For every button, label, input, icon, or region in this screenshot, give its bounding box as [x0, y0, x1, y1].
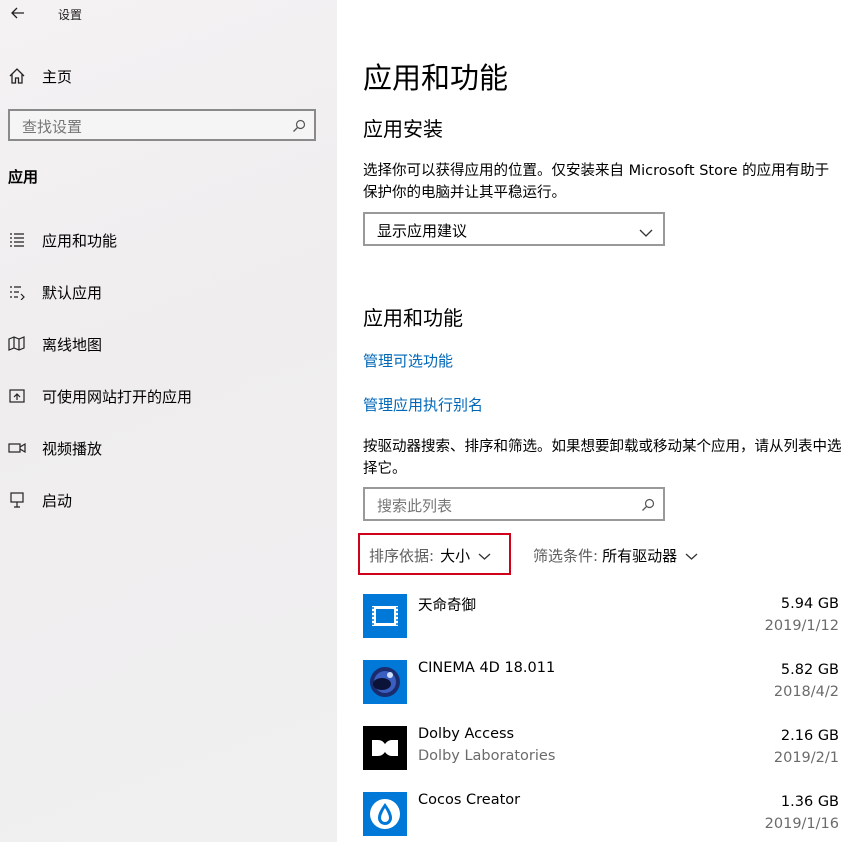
apps-features-icon — [8, 231, 26, 249]
video-playback-icon — [8, 439, 26, 457]
tianming-app-icon — [363, 594, 407, 638]
apps-for-websites-icon — [8, 387, 26, 405]
sidebar-item-apps-features[interactable]: 应用和功能 — [8, 227, 117, 253]
app-list-search-placeholder: 搜索此列表 — [377, 497, 453, 515]
app-source-dropdown[interactable]: 显示应用建议 — [363, 212, 665, 246]
window-title: 设置 — [58, 8, 83, 22]
sidebar-item-label: 可使用网站打开的应用 — [42, 387, 193, 406]
sidebar: 设置 主页 查找设置 应用 应用和功能 默认应用 离线地图 可使用网站打开的应用… — [0, 0, 337, 842]
chevron-down-icon — [685, 547, 698, 565]
sort-label: 排序依据: — [369, 547, 435, 565]
app-list-item[interactable]: CINEMA 4D 18.011 5.82 GB 2018/4/2 — [363, 660, 839, 710]
sort-by-dropdown[interactable]: 排序依据: 大小 — [358, 533, 511, 575]
settings-search-placeholder: 查找设置 — [22, 118, 83, 136]
app-size: 2.16 GB — [780, 728, 839, 744]
default-apps-icon — [8, 283, 26, 301]
manage-optional-features-link[interactable]: 管理可选功能 — [363, 350, 453, 371]
back-button[interactable] — [8, 4, 28, 24]
page-title: 应用和功能 — [363, 61, 509, 95]
chevron-down-icon — [478, 547, 491, 565]
settings-search-input[interactable]: 查找设置 — [8, 109, 316, 141]
sidebar-item-startup[interactable]: 启动 — [8, 487, 72, 513]
search-icon — [292, 118, 306, 137]
app-date: 2018/4/2 — [773, 684, 839, 700]
chevron-down-icon — [639, 223, 653, 242]
title-bar: 设置 — [0, 0, 337, 30]
sidebar-item-video-playback[interactable]: 视频播放 — [8, 435, 102, 461]
app-name: Dolby Access — [418, 726, 515, 742]
app-date: 2019/1/16 — [764, 816, 839, 832]
sidebar-item-label: 默认应用 — [42, 283, 103, 302]
sidebar-home-label: 主页 — [42, 67, 73, 86]
apps-heading: 应用和功能 — [363, 306, 463, 330]
app-name: 天命奇御 — [418, 598, 476, 614]
manage-app-alias-link[interactable]: 管理应用执行别名 — [363, 394, 483, 415]
startup-icon — [8, 491, 26, 509]
filter-dropdown[interactable]: 筛选条件: 所有驱动器 — [533, 545, 698, 566]
dolby-app-icon — [363, 726, 407, 770]
filter-value: 所有驱动器 — [602, 547, 678, 565]
sidebar-item-label: 应用和功能 — [42, 231, 118, 250]
sidebar-item-label: 视频播放 — [42, 439, 103, 458]
install-heading: 应用安装 — [363, 117, 443, 141]
sort-value: 大小 — [440, 547, 471, 565]
sidebar-item-offline-maps[interactable]: 离线地图 — [8, 331, 102, 357]
app-list-item[interactable]: Dolby Access Dolby Laboratories 2.16 GB … — [363, 726, 839, 776]
sidebar-item-apps-for-websites[interactable]: 可使用网站打开的应用 — [8, 383, 192, 409]
cocos-app-icon — [363, 792, 407, 836]
app-name: CINEMA 4D 18.011 — [418, 660, 556, 676]
install-description: 选择你可以获得应用的位置。仅安装来自 Microsoft Store 的应用有助… — [363, 163, 830, 201]
sidebar-item-default-apps[interactable]: 默认应用 — [8, 279, 102, 305]
app-list-item[interactable]: Cocos Creator 1.36 GB 2019/1/16 — [363, 792, 839, 842]
cinema4d-app-icon — [363, 660, 407, 704]
app-name: Cocos Creator — [418, 792, 521, 808]
app-size: 5.94 GB — [780, 596, 839, 612]
app-list-search-input[interactable]: 搜索此列表 — [363, 487, 665, 521]
app-source-value: 显示应用建议 — [377, 222, 468, 240]
back-arrow-icon — [11, 7, 24, 19]
offline-maps-icon — [8, 335, 26, 353]
home-icon — [8, 67, 26, 85]
sidebar-section-title: 应用 — [8, 168, 39, 186]
apps-description: 按驱动器搜索、排序和筛选。如果想要卸载或移动某个应用，请从列表中选择它。 — [363, 439, 842, 477]
app-list-item[interactable]: 天命奇御 5.94 GB 2019/1/12 — [363, 594, 839, 644]
sidebar-item-home[interactable]: 主页 — [8, 62, 72, 90]
sidebar-item-label: 启动 — [42, 491, 73, 510]
sidebar-item-label: 离线地图 — [42, 335, 103, 354]
filter-label: 筛选条件: — [533, 547, 599, 565]
app-publisher: Dolby Laboratories — [418, 748, 556, 764]
app-size: 1.36 GB — [780, 794, 839, 810]
search-icon — [641, 497, 655, 516]
app-date: 2019/2/1 — [773, 750, 839, 766]
app-date: 2019/1/12 — [764, 618, 839, 634]
app-size: 5.82 GB — [780, 662, 839, 678]
main-content: 应用和功能 应用安装 选择你可以获得应用的位置。仅安装来自 Microsoft … — [337, 0, 850, 842]
